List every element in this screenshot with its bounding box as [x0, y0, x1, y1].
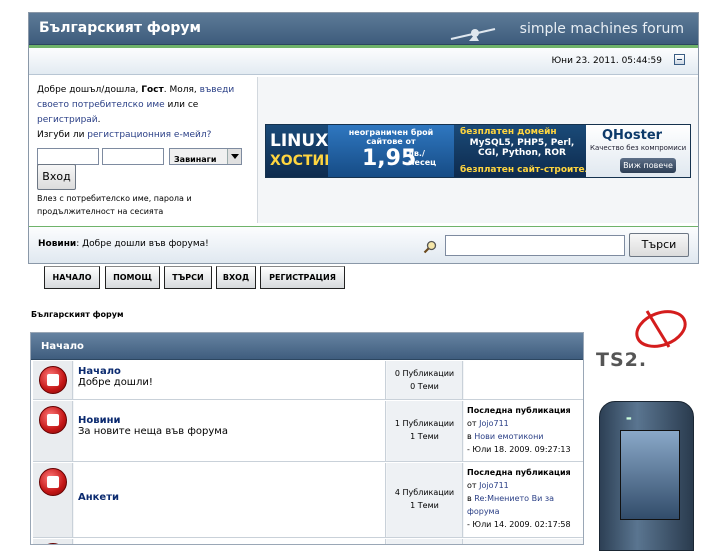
board-status-icon	[39, 468, 67, 496]
board-stats: 4 Публикации 1 Теми	[387, 463, 463, 537]
menu-login[interactable]: ВХОД	[216, 266, 256, 289]
menu-register[interactable]: РЕГИСТРАЦИЯ	[260, 266, 345, 289]
collapse-icon[interactable]	[674, 54, 685, 65]
board-list: Начало Начало Добре дошли! 0 Публикации …	[30, 332, 584, 545]
activation-link[interactable]: регистрационния е-мейл?	[87, 130, 211, 140]
menu-home[interactable]: НАЧАЛО	[44, 266, 100, 289]
smf-logo-icon	[450, 28, 496, 41]
last-post-user-link[interactable]: Jojo711	[479, 419, 509, 428]
current-date: Юни 23. 2011. 05:44:59	[551, 56, 662, 66]
forum-header: Българският форум simple machines forum …	[28, 12, 699, 264]
menu-help[interactable]: ПОМОЩ	[105, 266, 160, 289]
login-note: Влез с потребителско име, парола и продъ…	[37, 194, 192, 216]
news-bar: Новини: Добре дошли във форума! Търси	[29, 226, 698, 263]
hosting-banner[interactable]: LINUX ХОСТИНГ неограничен брой сайтове о…	[265, 124, 691, 178]
board-last-post: Последна публикация от Jojo711 в Re:Мнен…	[464, 463, 583, 537]
board-last-post	[464, 361, 583, 399]
search-button[interactable]: Търси	[629, 233, 689, 257]
date-bar: Юни 23. 2011. 05:44:59	[29, 48, 698, 75]
chevron-down-icon[interactable]	[227, 149, 241, 164]
qhoster-logo: QHoster	[602, 128, 663, 143]
board-desc: За новите неща във форума	[78, 426, 228, 437]
site-title[interactable]: Българският форум	[39, 20, 201, 36]
phone-screen	[620, 430, 680, 520]
username-input[interactable]	[37, 148, 99, 165]
ts2-logo-text: TS2.	[596, 349, 648, 371]
breadcrumb[interactable]: Българският форум	[31, 310, 124, 319]
password-input[interactable]	[102, 148, 164, 165]
board-stats: 0 Публикации 0 Теми	[387, 361, 463, 399]
register-link[interactable]: регистрирай	[37, 115, 98, 125]
board-stats: 1 Публикации 1 Теми	[387, 401, 463, 461]
menu-search[interactable]: ТЪРСИ	[164, 266, 212, 289]
search-icon	[423, 240, 437, 254]
forgot-text: Изгуби ли регистрационния е-мейл?	[37, 130, 212, 140]
last-post-topic-link[interactable]: Re:Мнението Ви за форума	[467, 494, 554, 516]
board-name[interactable]: Начало	[78, 366, 385, 377]
board-status-icon	[39, 406, 67, 434]
board-name[interactable]: Новини	[78, 415, 385, 426]
board-last-post: Последна публикация от Jojo711 в Нови ем…	[464, 401, 583, 461]
category-header[interactable]: Начало	[31, 333, 583, 360]
welcome-text: Добре дошъл/дошла, Гост. Моля, въведи св…	[37, 85, 235, 125]
board-row: Начало Добре дошли! 0 Публикации 0 Теми	[33, 361, 583, 400]
search-input[interactable]	[445, 235, 625, 256]
last-post-topic-link[interactable]: Нови емотикони	[474, 432, 543, 441]
last-post-user-link[interactable]: Jojo711	[479, 481, 509, 490]
smf-brand[interactable]: simple machines forum	[520, 21, 684, 37]
board-row: Анкети 4 Публикации 1 Теми Последна публ…	[33, 463, 583, 538]
board-status-icon	[39, 366, 67, 394]
see-more-button[interactable]: Виж повече	[620, 158, 676, 173]
session-length-select[interactable]: Завинаги	[169, 148, 242, 165]
side-advertisement[interactable]: TS2. ▬	[592, 300, 700, 551]
phone-image: ▬	[599, 401, 694, 551]
news-text: Новини: Добре дошли във форума!	[38, 239, 209, 249]
board-row: Новини За новите неща във форума 1 Публи…	[33, 401, 583, 462]
login-area: Добре дошъл/дошла, Гост. Моля, въведи св…	[29, 77, 698, 223]
board-name[interactable]: Анкети	[78, 492, 385, 503]
login-button[interactable]: Вход	[37, 164, 76, 190]
title-bar: Българският форум simple machines forum	[29, 13, 698, 45]
board-desc: Добре дошли!	[78, 377, 153, 388]
board-row	[33, 539, 583, 544]
